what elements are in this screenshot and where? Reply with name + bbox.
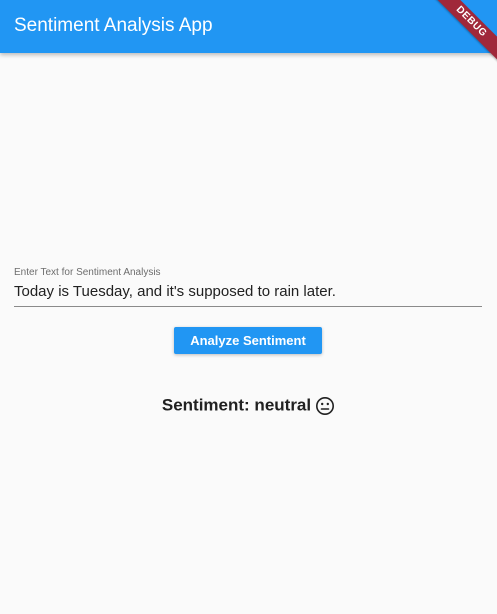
sentiment-field-label: Enter Text for Sentiment Analysis [14, 267, 161, 278]
neutral-face-icon [315, 396, 335, 416]
sentiment-result-text: Sentiment: neutral [161, 395, 312, 415]
sentiment-text-input[interactable] [14, 280, 482, 302]
field-underline [14, 306, 482, 307]
sentiment-text-field[interactable]: Enter Text for Sentiment Analysis [14, 266, 482, 307]
app-bar: Sentiment Analysis App [0, 0, 497, 53]
analyze-sentiment-button[interactable]: Analyze Sentiment [174, 327, 322, 354]
sentiment-result: Sentiment: neutral [0, 394, 497, 417]
app-title: Sentiment Analysis App [14, 15, 213, 36]
app-window: Sentiment Analysis App DEBUG Enter Text … [0, 0, 497, 614]
